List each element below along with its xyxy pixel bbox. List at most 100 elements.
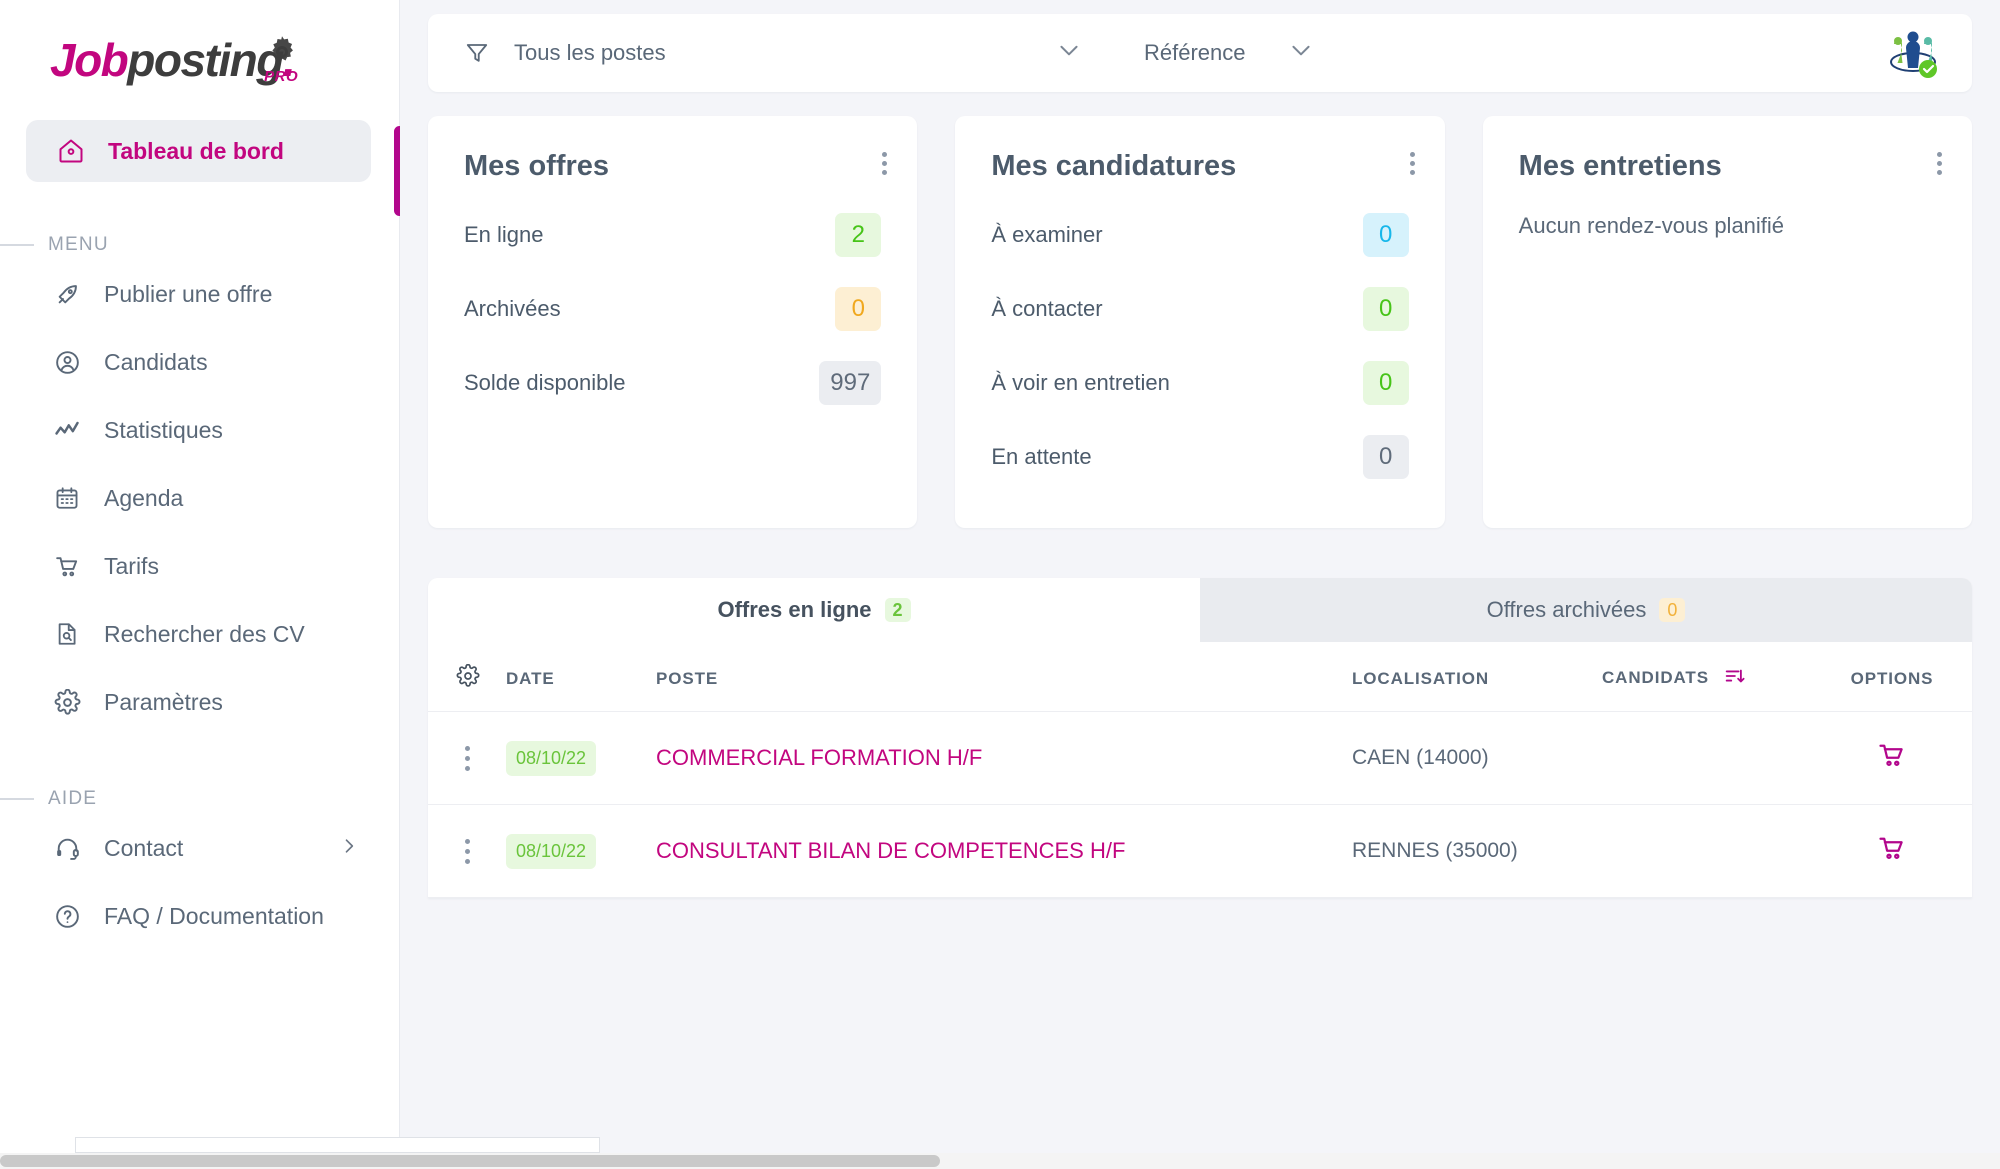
column-header-candidats[interactable]: CANDIDATS [1602,642,1812,712]
kebab-menu-icon[interactable] [456,838,478,864]
sidebar-item-label: Candidats [104,348,208,375]
stat-row-en-ligne[interactable]: En ligne 2 [464,213,882,257]
postes-filter-dropdown[interactable]: Tous les postes [462,14,1082,92]
stat-row-a-contacter[interactable]: À contacter 0 [991,287,1409,331]
reference-sort-dropdown[interactable]: Référence [1144,37,1314,69]
sidebar-item-candidats[interactable]: Candidats [0,328,399,396]
sidebar-item-publier-une-offre[interactable]: Publier une offre [0,260,399,328]
kebab-menu-icon[interactable] [1936,152,1942,175]
column-header-date[interactable]: DATE [506,642,656,712]
section-divider [0,244,34,246]
stat-row-solde-disponible[interactable]: Solde disponible 997 [464,361,882,405]
sidebar-item-contact[interactable]: Contact [0,814,399,882]
sidebar-item-label: Contact [104,834,184,861]
column-settings[interactable] [428,642,506,712]
gear-icon[interactable] [456,663,480,692]
date-badge: 08/10/22 [506,833,597,869]
cell-localisation: CAEN (14000) [1352,711,1602,805]
stat-row-a-voir-en-entretien[interactable]: À voir en entretien 0 [991,361,1409,405]
stat-label: En attente [991,444,1092,469]
shopping-cart-icon[interactable] [1877,837,1907,868]
cell-date: 08/10/22 [506,804,656,898]
sidebar-item-label: Publier une offre [104,280,273,307]
filter-icon [462,38,492,68]
stat-label: À contacter [991,296,1103,321]
kebab-menu-icon[interactable] [882,152,888,175]
stat-row-a-examiner[interactable]: À examiner 0 [991,213,1409,257]
column-header-candidats-label: CANDIDATS [1602,667,1709,687]
logo-text-job: Job [50,34,129,86]
shopping-cart-icon[interactable] [1877,744,1907,775]
kebab-menu-icon[interactable] [456,745,478,771]
sidebar-item-label: Statistiques [104,416,223,443]
chevron-right-icon [339,835,359,862]
stat-value-badge: 0 [1362,435,1409,479]
cell-options[interactable] [1812,804,1972,898]
company-people-logo[interactable] [1880,26,1946,80]
user-circle-icon [52,347,82,377]
sidebar-section-aide: AIDE [0,788,399,810]
row-menu-cell[interactable] [428,711,506,805]
chevron-down-icon [1056,37,1082,69]
column-header-localisation[interactable]: LOCALISATION [1352,642,1602,712]
offers-table: DATE POSTE LOCALISATION CANDIDATS OPTION… [428,642,1972,898]
sidebar-item-rechercher-des-cv[interactable]: Rechercher des CV [0,600,399,668]
logo-text-pro: PRO [264,68,299,85]
sidebar-horizontal-scrollbar[interactable] [75,1137,600,1153]
stat-label: Solde disponible [464,370,626,395]
sidebar: Jobposting. PRO Tableau de bord MENU Pub… [0,0,600,1169]
tab-offres-archivees[interactable]: Offres archivées 0 [1200,578,1972,642]
sidebar-section-label: AIDE [48,788,98,809]
offer-title-link[interactable]: CONSULTANT BILAN DE COMPETENCES H/F [656,838,1125,863]
gear-icon [52,687,82,717]
stat-value-badge: 0 [1362,287,1409,331]
cell-poste: CONSULTANT BILAN DE COMPETENCES H/F [656,804,1352,898]
offers-tabs: Offres en ligne 2 Offres archivées 0 [428,578,1972,642]
home-icon [56,136,86,166]
sidebar-section-menu: MENU [0,234,399,256]
section-divider [0,798,34,800]
page-horizontal-scrollbar[interactable] [0,1153,2000,1169]
stat-row-archivees[interactable]: Archivées 0 [464,287,882,331]
sort-descending-icon[interactable] [1723,665,1745,692]
cell-candidats [1602,711,1812,805]
tab-label: Offres en ligne [717,597,872,622]
sidebar-item-agenda[interactable]: Agenda [0,464,399,532]
column-header-poste[interactable]: POSTE [656,642,1352,712]
document-search-icon [52,619,82,649]
sidebar-item-tarifs[interactable]: Tarifs [0,532,399,600]
sidebar-item-statistiques[interactable]: Statistiques [0,396,399,464]
card-title: Mes entretiens [1518,150,1722,182]
sidebar-item-label: FAQ / Documentation [104,902,324,929]
sidebar-item-tableau-de-bord[interactable]: Tableau de bord [26,120,371,182]
cell-date: 08/10/22 [506,711,656,805]
sidebar-item-faq-documentation[interactable]: FAQ / Documentation [0,882,399,950]
cell-localisation: RENNES (35000) [1352,804,1602,898]
sidebar-item-label: Tarifs [104,552,159,579]
postes-filter-value: Tous les postes [514,40,666,65]
activity-chart-icon [52,415,82,445]
stat-value-badge: 0 [835,287,882,331]
stat-value-badge: 0 [1362,361,1409,405]
sidebar-item-parametres[interactable]: Paramètres [0,668,399,736]
stat-row-en-attente[interactable]: En attente 0 [991,435,1409,479]
tab-offres-en-ligne[interactable]: Offres en ligne 2 [428,578,1200,642]
card-mes-candidatures: Mes candidatures À examiner 0 À contacte… [955,116,1445,528]
summary-cards: Mes offres En ligne 2 Archivées 0 Solde … [428,116,1972,528]
table-row[interactable]: 08/10/22 CONSULTANT BILAN DE COMPETENCES… [428,804,1972,898]
scrollbar-thumb[interactable] [0,1155,940,1167]
chevron-down-icon [1288,37,1314,69]
sidebar-item-label: Paramètres [104,688,223,715]
row-menu-cell[interactable] [428,804,506,898]
sidebar-item-label: Rechercher des CV [104,620,305,647]
question-circle-icon [52,901,82,931]
cell-options[interactable] [1812,711,1972,805]
table-row[interactable]: 08/10/22 COMMERCIAL FORMATION H/F CAEN (… [428,711,1972,805]
offer-title-link[interactable]: COMMERCIAL FORMATION H/F [656,745,982,770]
stat-value-badge: 997 [819,361,882,405]
offers-panel: Offres en ligne 2 Offres archivées 0 DAT… [428,578,1972,898]
top-filter-bar: Tous les postes Référence [428,14,1972,92]
kebab-menu-icon[interactable] [1409,152,1415,175]
app-logo[interactable]: Jobposting. PRO [0,0,399,120]
card-mes-entretiens: Mes entretiens Aucun rendez-vous planifi… [1482,116,1972,528]
